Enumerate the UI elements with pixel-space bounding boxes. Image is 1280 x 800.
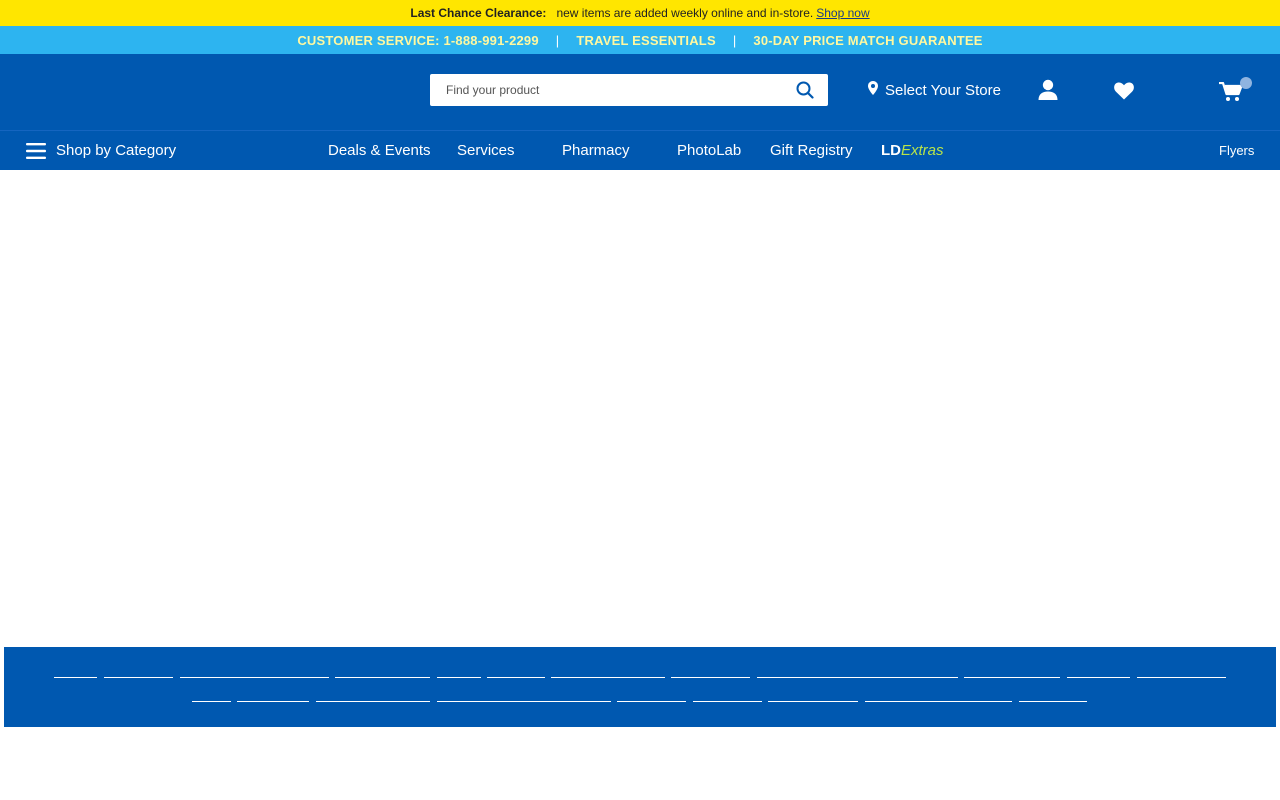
site-header: Select Your Store [0,54,1280,130]
footer-link[interactable] [487,677,545,678]
nav-services[interactable]: Services [457,131,515,171]
ld-label: LD [881,142,901,159]
main-nav: Shop by Category Deals & Events Services… [0,130,1280,170]
map-pin-icon [868,81,885,99]
promo-title: Last Chance Clearance: [410,6,547,20]
price-match-link[interactable]: 30-DAY PRICE MATCH GUARANTEE [753,33,982,48]
cart-icon[interactable] [1219,81,1243,107]
footer-link[interactable] [1019,701,1087,702]
nav-photolab[interactable]: PhotoLab [677,131,741,171]
footer-link[interactable] [617,701,686,702]
footer-links-strip [4,647,1276,727]
service-bar: CUSTOMER SERVICE: 1-888-991-2299 | TRAVE… [0,26,1280,54]
shop-by-category-button[interactable]: Shop by Category [56,131,176,171]
nav-flyers[interactable]: Flyers [1219,131,1254,171]
extras-label: Extras [901,142,944,159]
store-label: Select Your Store [885,81,1001,99]
user-icon[interactable] [1038,79,1058,106]
nav-pharmacy[interactable]: Pharmacy [562,131,630,171]
footer-link[interactable] [768,701,858,702]
footer-link[interactable] [757,677,958,678]
footer-link[interactable] [237,701,309,702]
promo-text: new items are added weekly online and in… [556,6,814,20]
hamburger-menu-icon[interactable] [26,143,46,159]
footer-link[interactable] [671,677,750,678]
footer-link[interactable] [437,677,481,678]
cart-count-badge [1240,77,1252,89]
footer-link[interactable] [1067,677,1130,678]
promo-banner: Last Chance Clearance: new items are add… [0,0,1280,26]
footer-link[interactable] [693,701,762,702]
shop-now-link[interactable]: Shop now [816,6,869,20]
search-input[interactable] [430,74,780,106]
select-store-button[interactable]: Select Your Store [868,80,1001,100]
footer-link[interactable] [104,677,173,678]
footer-link[interactable] [316,701,430,702]
footer-link[interactable] [964,677,1060,678]
footer-link[interactable] [192,701,231,702]
separator: | [732,32,737,48]
footer-link[interactable] [437,701,611,702]
footer-link[interactable] [551,677,665,678]
footer-link[interactable] [1137,677,1226,678]
heart-icon[interactable] [1114,82,1134,105]
nav-deals-events[interactable]: Deals & Events [328,131,431,171]
search-box [430,74,828,106]
customer-service-link[interactable]: CUSTOMER SERVICE: 1-888-991-2299 [297,33,538,48]
footer-link[interactable] [865,701,1012,702]
separator: | [555,32,560,48]
nav-ld-extras[interactable]: LDExtras [881,131,944,171]
search-icon[interactable] [796,81,814,99]
footer-link[interactable] [180,677,329,678]
footer-link[interactable] [335,677,430,678]
nav-gift-registry[interactable]: Gift Registry [770,131,853,171]
travel-essentials-link[interactable]: TRAVEL ESSENTIALS [576,33,715,48]
footer-link[interactable] [54,677,97,678]
